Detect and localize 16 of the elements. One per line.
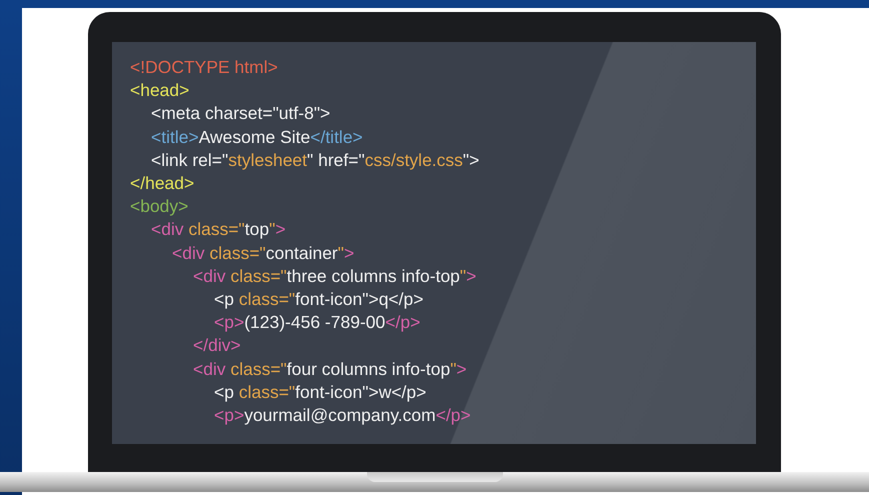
code-line: <!DOCTYPE html> [130,56,279,79]
code-line: </div> [193,334,242,358]
code-line: <body> [130,195,190,218]
code-line: <div class="four columns info-top"> [193,358,468,381]
code-line: <p>yourmail@company.com</p> [214,404,472,428]
code-line: <div class="three columns info-top"> [193,264,478,288]
code-line: <div class="container"> [172,242,356,265]
code-line: <p class="font-icon">w</p> [214,380,428,404]
code-line: <p>(123)-456 -789-00</p> [214,311,422,334]
code-line: <head> [130,79,190,102]
code-line: <title>Awesome Site</title> [151,126,364,149]
code-line: <link rel="stylesheet" href="css/style.css"> [151,148,480,172]
code-line: <meta charset="utf-8"> [151,102,332,126]
code-line: </head> [130,172,196,196]
code-line: <div class="top"> [151,218,287,242]
code-line: <p class="font-icon">q</p> [214,288,424,312]
